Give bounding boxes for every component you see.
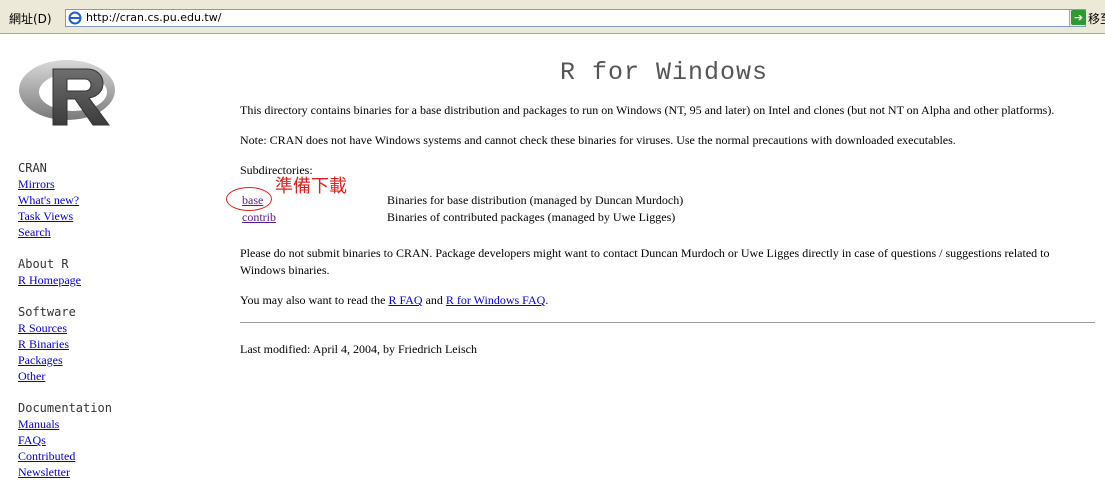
sidebar-group-software: Software R Sources R Binaries Packages O… xyxy=(18,304,198,384)
contrib-description: Binaries of contributed packages (manage… xyxy=(387,210,676,224)
sidebar-link-r-binaries[interactable]: R Binaries xyxy=(18,336,198,352)
annotation-text: 準備下載 xyxy=(275,176,347,197)
divider xyxy=(240,322,1095,323)
faq-paragraph: You may also want to read the R FAQ and … xyxy=(240,292,1095,309)
page-title: R for Windows xyxy=(560,58,769,87)
virus-note: Note: CRAN does not have Windows systems… xyxy=(240,133,956,147)
subdirectory-row-contrib: contrib Binaries of contributed packages… xyxy=(240,209,1095,226)
link-r-windows-faq[interactable]: R for Windows FAQ xyxy=(446,293,545,307)
r-logo[interactable] xyxy=(15,55,125,130)
address-url: http://cran.cs.pu.edu.tw/ xyxy=(86,11,222,24)
sidebar-link-other[interactable]: Other xyxy=(18,368,198,384)
sidebar-group-about: About R R Homepage xyxy=(18,256,198,288)
address-bar: 網址(D) http://cran.cs.pu.edu.tw/ ▼ ➔ 移至 xyxy=(0,0,1105,34)
sidebar-link-r-homepage[interactable]: R Homepage xyxy=(18,272,198,288)
link-base[interactable]: base xyxy=(242,192,263,209)
sidebar-heading-documentation: Documentation xyxy=(18,401,112,415)
main-content: This directory contains binaries for a b… xyxy=(226,102,1095,371)
subdirectories-label: Subdirectories: xyxy=(240,163,313,177)
sidebar-heading-software: Software xyxy=(18,305,76,319)
intro-paragraph: This directory contains binaries for a b… xyxy=(240,103,1055,117)
ie-page-icon xyxy=(68,11,82,25)
sidebar-heading-about: About R xyxy=(18,257,69,271)
sidebar-link-manuals[interactable]: Manuals xyxy=(18,416,198,432)
sidebar: CRAN Mirrors What's new? Task Views Sear… xyxy=(18,160,198,496)
sidebar-link-newsletter[interactable]: Newsletter xyxy=(18,464,198,480)
go-arrow-icon[interactable]: ➔ xyxy=(1071,10,1086,25)
sidebar-link-whats-new[interactable]: What's new? xyxy=(18,192,198,208)
last-modified: Last modified: April 4, 2004, by Friedri… xyxy=(240,342,477,356)
sidebar-link-r-sources[interactable]: R Sources xyxy=(18,320,198,336)
sidebar-link-mirrors[interactable]: Mirrors xyxy=(18,176,198,192)
link-contrib[interactable]: contrib xyxy=(242,209,276,226)
sidebar-link-contributed[interactable]: Contributed xyxy=(18,448,198,464)
sidebar-link-packages[interactable]: Packages xyxy=(18,352,198,368)
address-label: 網址(D) xyxy=(9,12,52,26)
address-input[interactable]: http://cran.cs.pu.edu.tw/ ▼ xyxy=(65,9,1086,27)
subdirectory-list: 準備下載 base Binaries for base distribution… xyxy=(226,178,1095,232)
sidebar-heading-cran: CRAN xyxy=(18,161,47,175)
base-description: Binaries for base distribution (managed … xyxy=(387,193,684,207)
faq-suffix: . xyxy=(545,293,549,307)
sidebar-link-search[interactable]: Search xyxy=(18,224,198,240)
faq-prefix: You may also want to read the xyxy=(240,293,389,307)
subdirectory-row-base: 準備下載 base Binaries for base distribution… xyxy=(226,178,1095,211)
sidebar-link-task-views[interactable]: Task Views xyxy=(18,208,198,224)
go-button-label[interactable]: 移至 xyxy=(1088,10,1105,27)
link-r-faq[interactable]: R FAQ xyxy=(388,293,422,307)
sidebar-link-faqs[interactable]: FAQs xyxy=(18,432,198,448)
sidebar-group-cran: CRAN Mirrors What's new? Task Views Sear… xyxy=(18,160,198,240)
submit-note: Please do not submit binaries to CRAN. P… xyxy=(240,246,1050,277)
sidebar-group-documentation: Documentation Manuals FAQs Contributed N… xyxy=(18,400,198,480)
faq-mid: and xyxy=(422,293,446,307)
